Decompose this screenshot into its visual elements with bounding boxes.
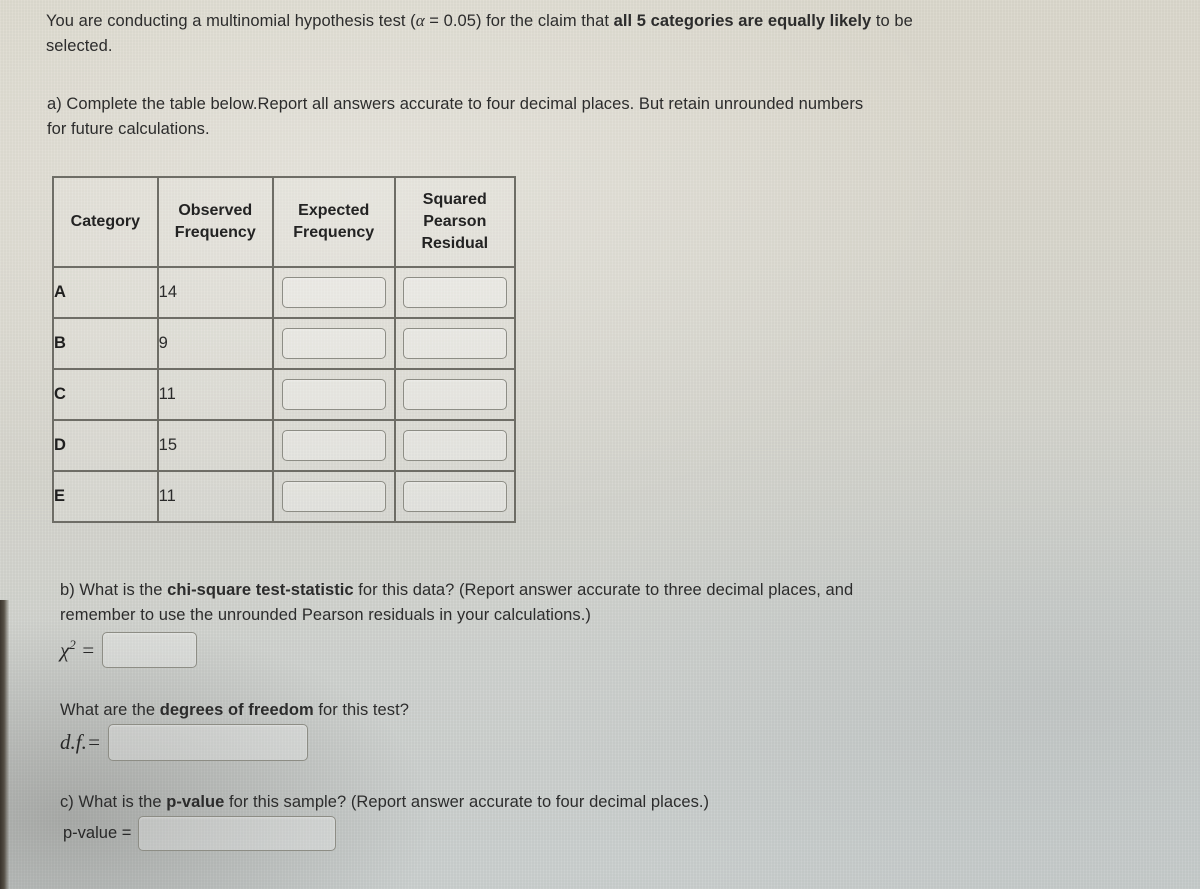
expected-frequency-input-a[interactable] — [281, 277, 386, 308]
squared-pearson-residual-input-c[interactable] — [402, 379, 507, 410]
part-c-bold-term: p-value — [166, 793, 225, 811]
degrees-of-freedom-answer-line: d.f.= — [60, 724, 309, 761]
cell-squared-pearson-residual — [394, 420, 515, 471]
cell-expected-frequency — [272, 420, 395, 471]
header-squared-line2: Pearson — [423, 213, 487, 230]
cell-observed-frequency: 15 — [157, 420, 273, 471]
table-row: D 15 — [53, 420, 515, 471]
header-category: Category — [53, 177, 158, 267]
squared-pearson-residual-input-e[interactable] — [402, 481, 507, 512]
table-row: E 11 — [53, 471, 515, 522]
chi-square-label: χ2 = — [60, 637, 95, 663]
df-label: d.f.= — [60, 730, 102, 754]
cell-category: E — [53, 471, 158, 522]
expected-frequency-input-c[interactable] — [281, 379, 386, 410]
part-c-text-pre: c) What is the — [60, 793, 167, 811]
degrees-of-freedom-question: What are the degrees of freedom for this… — [60, 698, 660, 723]
cell-squared-pearson-residual — [394, 318, 515, 369]
cell-expected-frequency — [272, 318, 395, 369]
part-b-question: b) What is the chi-square test-statistic… — [60, 578, 930, 628]
expected-frequency-input-e[interactable] — [281, 481, 386, 512]
table-row: A 14 — [53, 267, 515, 318]
part-a-instructions: a) Complete the table below.Report all a… — [47, 95, 864, 138]
table-row: B 9 — [53, 318, 515, 369]
squared-pearson-residual-input-a[interactable] — [402, 277, 507, 308]
cell-observed-frequency: 11 — [157, 471, 273, 522]
degrees-of-freedom-input[interactable] — [108, 724, 309, 761]
intro-text-pre: You are conducting a multinomial hypothe… — [46, 12, 416, 30]
cell-squared-pearson-residual — [394, 471, 515, 522]
header-expected-line1: Expected — [298, 202, 370, 219]
header-squared-pearson-residual: Squared Pearson Residual — [394, 177, 515, 267]
p-value-label: p-value = — [63, 824, 132, 842]
part-c-question: c) What is the p-value for this sample? … — [60, 790, 900, 815]
alpha-symbol: α — [415, 11, 425, 30]
chi-equals-sign: = — [81, 638, 96, 662]
chi-exponent: 2 — [69, 637, 76, 652]
cell-observed-frequency: 11 — [157, 369, 273, 420]
header-squared-line3: Residual — [421, 235, 489, 252]
header-squared-line1: Squared — [422, 191, 487, 208]
header-observed-line1: Observed — [178, 202, 253, 219]
cell-category: D — [53, 420, 158, 471]
header-expected-frequency: Expected Frequency — [272, 177, 395, 267]
header-observed-frequency: Observed Frequency — [157, 177, 273, 267]
cell-category: C — [53, 369, 158, 420]
table-header-row: Category Observed Frequency Expected Fre… — [53, 177, 515, 267]
df-bold-term: degrees of freedom — [159, 701, 314, 719]
cell-category: A — [53, 267, 158, 318]
df-text-pre: What are the — [60, 701, 160, 719]
frequency-table: Category Observed Frequency Expected Fre… — [52, 176, 516, 523]
intro-bold-claim: all 5 categories are equally likely — [613, 12, 872, 30]
expected-frequency-input-b[interactable] — [281, 328, 386, 359]
part-b-bold-term: chi-square test-statistic — [167, 581, 354, 599]
cell-observed-frequency: 9 — [157, 318, 273, 369]
header-expected-line2: Frequency — [293, 224, 375, 241]
squared-pearson-residual-input-b[interactable] — [402, 328, 507, 359]
chi-square-answer-line: χ2 = — [60, 632, 198, 668]
p-value-answer-line: p-value = — [63, 816, 337, 851]
part-c-text-post: for this sample? (Report answer accurate… — [224, 793, 710, 811]
problem-statement: You are conducting a multinomial hypothe… — [46, 8, 951, 59]
intro-alpha-value: = 0.05) for the claim that — [424, 12, 614, 30]
cell-expected-frequency — [272, 471, 395, 522]
df-text-post: for this test? — [313, 701, 409, 719]
expected-frequency-input-d[interactable] — [281, 430, 386, 461]
cell-observed-frequency: 14 — [157, 267, 273, 318]
cell-expected-frequency — [272, 267, 395, 318]
part-b-text-pre: b) What is the — [60, 581, 168, 599]
p-value-input[interactable] — [138, 816, 337, 851]
chi-square-input[interactable] — [102, 632, 198, 668]
chi-symbol: χ — [60, 638, 70, 662]
cell-expected-frequency — [272, 369, 395, 420]
squared-pearson-residual-input-d[interactable] — [402, 430, 507, 461]
cell-category: B — [53, 318, 158, 369]
header-observed-line2: Frequency — [174, 224, 256, 241]
cell-squared-pearson-residual — [394, 267, 515, 318]
cell-squared-pearson-residual — [394, 369, 515, 420]
table-row: C 11 — [53, 369, 515, 420]
